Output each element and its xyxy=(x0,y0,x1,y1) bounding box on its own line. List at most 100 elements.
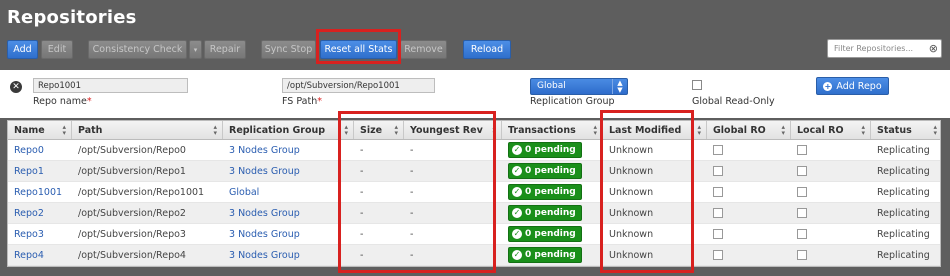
repositories-table: Name ▴ ▾ Path ▴ ▾ Replication Group ▴ ▾ Size ▴ ▾… xyxy=(7,120,941,267)
table-row[interactable]: Repo1/opt/Subversion/Repo1 3 Nodes Group -… xyxy=(8,161,940,182)
local-ro-checkbox[interactable] xyxy=(797,145,807,155)
global-ro-checkbox[interactable] xyxy=(713,166,723,176)
reset-all-stats-button[interactable]: Reset all Stats xyxy=(320,40,397,59)
column-replication-group[interactable]: Replication Group ▴ ▾ xyxy=(223,121,354,139)
cell-youngest: - xyxy=(404,161,502,181)
youngest-text: - xyxy=(410,165,414,177)
group-text[interactable]: 3 Nodes Group xyxy=(229,250,300,261)
table-row[interactable]: Repo0/opt/Subversion/Repo0 3 Nodes Group -… xyxy=(8,140,940,161)
column-local-ro[interactable]: Local RO ▴ ▾ xyxy=(791,121,871,139)
path-text: /opt/Subversion/Repo1001 xyxy=(78,186,205,198)
sort-arrows-icon: ▴ ▾ xyxy=(697,123,701,137)
name-text[interactable]: Repo0 xyxy=(14,145,44,156)
replication-group-select[interactable]: Global ▲ ▼ xyxy=(530,78,628,95)
cell-group: 3 Nodes Group xyxy=(223,245,354,265)
check-circle-icon: ✓ xyxy=(512,166,522,176)
cell-global-ro xyxy=(707,140,791,160)
name-text[interactable]: Repo4 xyxy=(14,250,44,261)
pending-label: 0 pending xyxy=(525,250,576,260)
last-modified-text: Unknown xyxy=(609,186,654,198)
youngest-text: - xyxy=(410,186,414,198)
cell-path: /opt/Subversion/Repo2 xyxy=(72,203,223,223)
pending-badge[interactable]: ✓ 0 pending xyxy=(508,226,582,242)
add-button[interactable]: Add xyxy=(7,40,38,59)
pending-badge[interactable]: ✓ 0 pending xyxy=(508,205,582,221)
column-size[interactable]: Size ▴ ▾ xyxy=(354,121,404,139)
filter-repositories-input[interactable]: Filter Repositories... ⊗ xyxy=(827,39,942,58)
group-text[interactable]: 3 Nodes Group xyxy=(229,229,300,240)
repo-name-field[interactable]: Repo1001 xyxy=(33,78,188,93)
pending-badge[interactable]: ✓ 0 pending xyxy=(508,247,582,263)
status-text: Replicating xyxy=(877,228,930,240)
group-text[interactable]: 3 Nodes Group xyxy=(229,208,300,219)
column-youngest-rev[interactable]: Youngest Rev ▴ ▾ xyxy=(404,121,502,139)
cell-group: Global xyxy=(223,182,354,202)
local-ro-checkbox[interactable] xyxy=(797,208,807,218)
cell-status: Replicating xyxy=(871,224,942,244)
consistency-check-button[interactable]: Consistency Check xyxy=(88,40,187,59)
table-row[interactable]: Repo4/opt/Subversion/Repo4 3 Nodes Group -… xyxy=(8,245,940,266)
fs-path-field[interactable]: /opt/Subversion/Repo1001 xyxy=(282,78,435,93)
cell-last-modified: Unknown xyxy=(603,161,707,181)
group-text[interactable]: Global xyxy=(229,187,259,198)
table-row[interactable]: Repo1001/opt/Subversion/Repo1001 Global - -… xyxy=(8,182,940,203)
youngest-text: - xyxy=(410,249,414,261)
global-ro-checkbox[interactable] xyxy=(713,229,723,239)
cell-local-ro xyxy=(791,224,871,244)
last-modified-text: Unknown xyxy=(609,165,654,177)
local-ro-checkbox[interactable] xyxy=(797,166,807,176)
name-text[interactable]: Repo1001 xyxy=(14,187,62,198)
group-text[interactable]: 3 Nodes Group xyxy=(229,145,300,156)
pending-badge[interactable]: ✓ 0 pending xyxy=(508,142,582,158)
cell-transactions: ✓ 0 pending xyxy=(502,161,603,181)
close-form-icon[interactable]: ✕ xyxy=(10,81,22,93)
column-name[interactable]: Name ▴ ▾ xyxy=(8,121,72,139)
sort-arrows-icon: ▴ ▾ xyxy=(593,123,597,137)
repair-button[interactable]: Repair xyxy=(204,40,246,59)
column-global-ro[interactable]: Global RO ▴ ▾ xyxy=(707,121,791,139)
name-text[interactable]: Repo3 xyxy=(14,229,44,240)
add-repo-button[interactable]: + Add Repo xyxy=(816,77,889,95)
global-ro-checkbox[interactable] xyxy=(713,208,723,218)
cell-youngest: - xyxy=(404,224,502,244)
cell-path: /opt/Subversion/Repo4 xyxy=(72,245,223,265)
cell-local-ro xyxy=(791,140,871,160)
name-text[interactable]: Repo2 xyxy=(14,208,44,219)
sync-stop-button[interactable]: Sync Stop xyxy=(261,40,316,59)
cell-transactions: ✓ 0 pending xyxy=(502,140,603,160)
local-ro-checkbox[interactable] xyxy=(797,187,807,197)
local-ro-checkbox[interactable] xyxy=(797,229,807,239)
pending-badge[interactable]: ✓ 0 pending xyxy=(508,184,582,200)
path-text: /opt/Subversion/Repo2 xyxy=(78,207,186,219)
cell-size: - xyxy=(354,245,404,265)
column-path[interactable]: Path ▴ ▾ xyxy=(72,121,223,139)
name-text[interactable]: Repo1 xyxy=(14,166,44,177)
column-status[interactable]: Status ▴ ▾ xyxy=(871,121,942,139)
column-last-modified[interactable]: Last Modified ▴ ▾ xyxy=(603,121,707,139)
pending-badge[interactable]: ✓ 0 pending xyxy=(508,163,582,179)
cell-youngest: - xyxy=(404,182,502,202)
chevron-down-icon: ▾ xyxy=(193,45,198,54)
global-ro-checkbox[interactable] xyxy=(713,145,723,155)
remove-button[interactable]: Remove xyxy=(400,40,447,59)
global-readonly-label: Global Read-Only xyxy=(692,96,775,107)
check-circle-icon: ✓ xyxy=(512,229,522,239)
table-row[interactable]: Repo2/opt/Subversion/Repo2 3 Nodes Group -… xyxy=(8,203,940,224)
column-transactions[interactable]: Transactions ▴ ▾ xyxy=(502,121,603,139)
sort-arrows-icon: ▴ ▾ xyxy=(344,123,348,137)
global-ro-checkbox[interactable] xyxy=(713,187,723,197)
group-text[interactable]: 3 Nodes Group xyxy=(229,166,300,177)
global-readonly-checkbox[interactable] xyxy=(692,80,702,90)
cell-last-modified: Unknown xyxy=(603,245,707,265)
local-ro-checkbox[interactable] xyxy=(797,250,807,260)
path-text: /opt/Subversion/Repo3 xyxy=(78,228,186,240)
reload-button[interactable]: Reload xyxy=(463,40,511,59)
consistency-check-dropdown[interactable]: ▾ xyxy=(189,40,202,59)
global-ro-checkbox[interactable] xyxy=(713,250,723,260)
table-row[interactable]: Repo3/opt/Subversion/Repo3 3 Nodes Group -… xyxy=(8,224,940,245)
size-text: - xyxy=(360,144,364,156)
clear-search-icon[interactable]: ⊗ xyxy=(929,42,938,55)
path-text: /opt/Subversion/Repo4 xyxy=(78,249,186,261)
edit-button[interactable]: Edit xyxy=(41,40,73,59)
cell-group: 3 Nodes Group xyxy=(223,140,354,160)
